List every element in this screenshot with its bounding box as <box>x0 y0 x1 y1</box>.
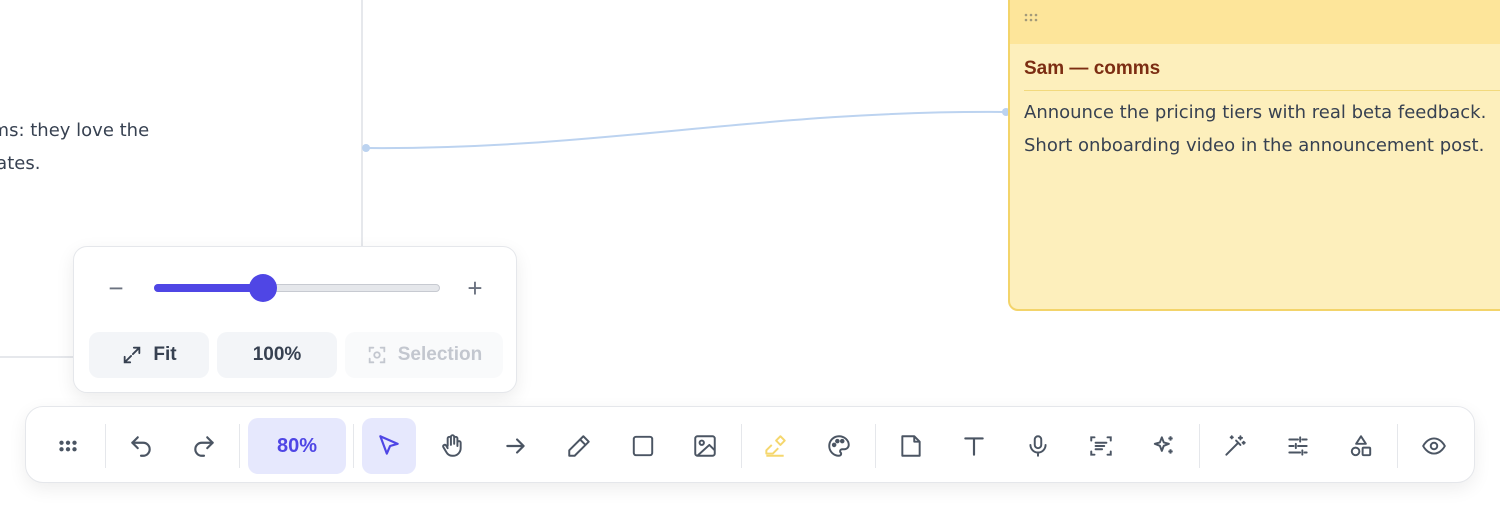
preview-button[interactable] <box>1407 418 1461 474</box>
eye-icon <box>1422 437 1446 455</box>
undo-button[interactable] <box>114 418 168 474</box>
adjustments-button[interactable] <box>1271 418 1325 474</box>
grip-dots-icon <box>59 440 77 452</box>
sparkles-icon <box>1153 436 1173 454</box>
magic-wand-icon <box>1225 435 1246 456</box>
zoom-out-button[interactable]: − <box>101 273 131 303</box>
sticky-line: Announce the pricing tiers with real bet… <box>1024 102 1487 123</box>
text-tool[interactable] <box>947 418 1001 474</box>
zoom-in-button[interactable]: + <box>460 273 490 303</box>
highlighter-icon <box>765 435 786 457</box>
zoom-slider-thumb[interactable] <box>248 274 277 302</box>
ai-assist-button[interactable] <box>1137 418 1191 474</box>
select-tool[interactable] <box>362 418 416 474</box>
arrow-right-icon <box>506 438 525 454</box>
image-icon <box>694 435 716 457</box>
redo-icon <box>194 436 214 457</box>
redo-button[interactable] <box>177 418 231 474</box>
connector-endpoint <box>362 144 370 152</box>
sticky-note-icon <box>901 435 921 457</box>
sticky-note-tool[interactable] <box>884 418 938 474</box>
palette-icon <box>828 435 850 457</box>
rectangle-tool[interactable] <box>616 418 670 474</box>
grip-icon[interactable] <box>1024 12 1038 22</box>
note-line: onboarding took too long for new teammat… <box>0 153 41 174</box>
zoom-reset-button[interactable]: 100% <box>217 332 337 378</box>
sticky-drag-bar[interactable] <box>1010 0 1500 44</box>
zoom-slider-fill <box>154 284 263 292</box>
image-tool[interactable] <box>678 418 732 474</box>
scan-text-icon <box>1090 436 1112 456</box>
divider <box>1024 90 1500 91</box>
sticky-title: Sam — comms <box>1024 58 1161 79</box>
color-palette-button[interactable] <box>812 418 866 474</box>
voice-note-tool[interactable] <box>1011 418 1065 474</box>
scan-text-tool[interactable] <box>1074 418 1128 474</box>
zoom-panel: − + Fit 100% Selection <box>73 246 517 393</box>
hand-tool[interactable] <box>425 418 479 474</box>
sticky-note-sam[interactable]: Sam — comms Announce the pricing tiers w… <box>1008 0 1500 311</box>
note-line: Our first five teams: they love the <box>0 120 150 141</box>
zoom-to-selection-button[interactable]: Selection <box>345 332 503 378</box>
shapes-tool[interactable] <box>1334 418 1388 474</box>
pen-tool[interactable] <box>552 418 606 474</box>
sliders-icon <box>1288 436 1308 456</box>
microphone-icon <box>1029 435 1047 457</box>
magic-wand-tool[interactable] <box>1208 418 1262 474</box>
highlighter-tool[interactable] <box>748 418 802 474</box>
note-body: Our first five teams: they love the onbo… <box>0 114 361 180</box>
bottom-toolbar: 80% <box>25 406 1475 483</box>
shapes-icon <box>1350 435 1372 457</box>
zoom-level-button[interactable]: 80% <box>248 418 346 474</box>
hand-icon <box>442 434 462 457</box>
fit-label: Fit <box>153 344 177 365</box>
cursor-icon <box>379 435 399 455</box>
text-icon <box>964 437 984 456</box>
pencil-icon <box>568 435 590 457</box>
expand-icon <box>124 346 141 364</box>
square-icon <box>632 435 654 457</box>
selection-label: Selection <box>397 344 483 365</box>
undo-icon <box>131 436 151 457</box>
drag-handle-button[interactable] <box>41 418 95 474</box>
arrow-tool[interactable] <box>489 418 543 474</box>
sticky-line: Short onboarding video in the announceme… <box>1024 135 1485 156</box>
focus-selection-icon <box>368 346 385 364</box>
fit-button[interactable]: Fit <box>89 332 209 378</box>
